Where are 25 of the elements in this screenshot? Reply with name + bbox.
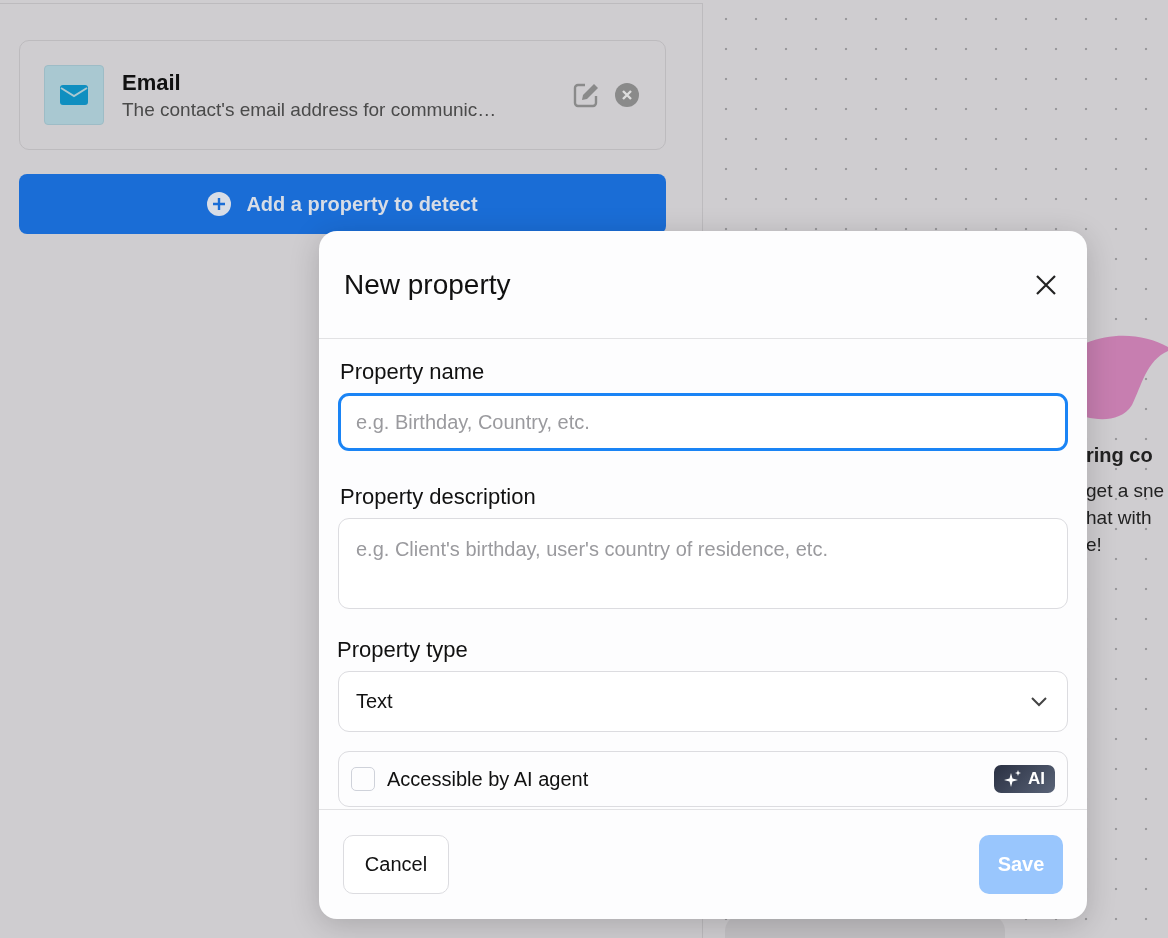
- property-title: Email: [122, 69, 182, 96]
- sparkle-icon: [1004, 770, 1022, 788]
- description-field[interactable]: e.g. Client's birthday, user's country of residence, etc.: [338, 518, 1068, 609]
- close-icon[interactable]: [1035, 273, 1057, 296]
- add-property-button[interactable]: Add a property to detect: [19, 174, 666, 234]
- chevron-down-icon: [1031, 696, 1047, 707]
- preview-text: hat with: [1086, 506, 1153, 530]
- remove-icon[interactable]: [615, 83, 639, 107]
- ai-badge: AI: [994, 765, 1055, 793]
- field-label: Property description: [340, 484, 537, 510]
- property-description: The contact's email address for communic…: [122, 98, 498, 121]
- edit-icon[interactable]: [573, 82, 599, 108]
- checkbox[interactable]: [351, 767, 375, 791]
- preview-text: e!: [1086, 533, 1103, 557]
- field-label: Property type: [337, 637, 469, 663]
- checkbox-label: Accessible by AI agent: [387, 767, 590, 791]
- dialog-title: New property: [344, 268, 511, 301]
- preview-heading: ring co: [1086, 444, 1154, 467]
- preview-text: get a sne: [1086, 479, 1166, 503]
- envelope-icon: [44, 65, 104, 125]
- field-label: Property name: [340, 359, 486, 385]
- property-name-field[interactable]: e.g. Birthday, Country, etc.: [338, 393, 1068, 451]
- type-dropdown[interactable]: Text: [338, 671, 1068, 732]
- plus-icon: [207, 192, 232, 216]
- cancel-button[interactable]: Cancel: [343, 835, 449, 894]
